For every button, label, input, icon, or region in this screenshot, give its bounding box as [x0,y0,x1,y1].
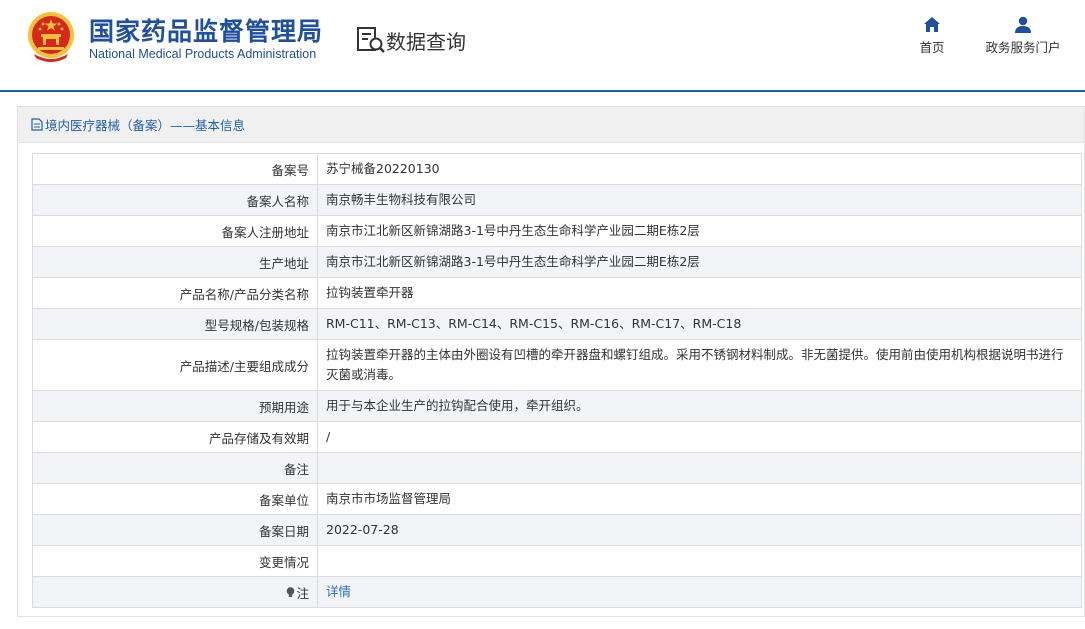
row-label: 型号规格/包装规格 [32,308,318,340]
table-row: 注 详情 [32,576,1082,608]
nav-home[interactable]: 首页 [915,16,949,56]
table-row: 备案人名称 南京畅丰生物科技有限公司 [32,184,1082,216]
row-label: 备案单位 [32,483,318,515]
data-query-icon [357,27,385,53]
row-label: 生产地址 [32,246,318,278]
nav-service-portal-label: 政务服务门户 [985,40,1061,55]
table-row: 备案人注册地址 南京市江北新区新锦湖路3-1号中丹生态生命科学产业园二期E栋2层 [32,215,1082,247]
row-label: 变更情况 [32,545,318,577]
table-row: 产品名称/产品分类名称 拉钩装置牵开器 [32,277,1082,309]
table-row: 生产地址 南京市江北新区新锦湖路3-1号中丹生态生命科学产业园二期E栋2层 [32,246,1082,278]
site-header: 国家药品监督管理局 National Medical Products Admi… [0,0,1085,90]
panel-header: 境内医疗器械（备案）——基本信息 [18,107,1084,143]
home-icon [924,17,940,32]
row-value: 南京畅丰生物科技有限公司 [317,184,1082,216]
nav-home-label: 首页 [919,40,945,55]
table-row: 备案号 苏宁械备20220130 [32,153,1082,185]
table-row: 备案单位 南京市市场监督管理局 [32,483,1082,515]
row-value: 南京市市场监督管理局 [317,483,1082,515]
row-value: / [317,421,1082,453]
national-emblem-icon [28,12,74,62]
row-value: 苏宁械备20220130 [317,153,1082,185]
row-value: 用于与本企业生产的拉钩配合使用，牵开组织。 [317,390,1082,422]
table-row: 产品存储及有效期 / [32,421,1082,453]
row-value: 南京市江北新区新锦湖路3-1号中丹生态生命科学产业园二期E栋2层 [317,215,1082,247]
row-value: 南京市江北新区新锦湖路3-1号中丹生态生命科学产业园二期E栋2层 [317,246,1082,278]
row-value-note: 详情 [317,576,1082,608]
user-icon [1015,16,1031,33]
row-value: RM-C11、RM-C13、RM-C14、RM-C15、RM-C16、RM-C1… [317,308,1082,340]
row-label: 产品描述/主要组成成分 [32,339,318,391]
panel-title: 境内医疗器械（备案）——基本信息 [45,118,246,133]
document-icon [31,118,43,131]
info-table: 备案号 苏宁械备20220130 备案人名称 南京畅丰生物科技有限公司 备案人注… [32,153,1082,608]
table-row: 预期用途 用于与本企业生产的拉钩配合使用，牵开组织。 [32,390,1082,422]
table-row: 型号规格/包装规格 RM-C11、RM-C13、RM-C14、RM-C15、RM… [32,308,1082,340]
row-label: 产品存储及有效期 [32,421,318,453]
device-info-panel: 境内医疗器械（备案）——基本信息 备案号 苏宁械备20220130 备案人名称 … [17,106,1085,617]
row-label: 备案号 [32,153,318,185]
table-row: 产品描述/主要组成成分 拉钩装置牵开器的主体由外圈设有凹槽的牵开器盘和螺钉组成。… [32,339,1082,391]
row-label: 备注 [32,452,318,484]
details-link[interactable]: 详情 [326,584,351,599]
table-row: 变更情况 [32,545,1082,577]
org-name-en: National Medical Products Administration [89,47,317,61]
header-divider [0,90,1085,92]
org-name-cn: 国家药品监督管理局 [89,17,324,46]
row-value [317,452,1082,484]
row-value [317,545,1082,577]
table-row: 备注 [32,452,1082,484]
row-value: 2022-07-28 [317,514,1082,546]
note-label: 注 [286,583,309,602]
nav-service-portal[interactable]: 政务服务门户 [982,16,1064,56]
table-row: 备案日期 2022-07-28 [32,514,1082,546]
row-label: 备案人名称 [32,184,318,216]
row-value: 拉钩装置牵开器的主体由外圈设有凹槽的牵开器盘和螺钉组成。采用不锈钢材料制成。非无… [317,339,1082,391]
query-title: 数据查询 [386,30,466,54]
row-label: 预期用途 [32,390,318,422]
row-value: 拉钩装置牵开器 [317,277,1082,309]
bulb-icon [287,586,295,597]
row-label: 备案人注册地址 [32,215,318,247]
row-label: 产品名称/产品分类名称 [32,277,318,309]
row-label-note: 注 [32,576,318,608]
note-label-text: 注 [296,585,309,601]
row-label: 备案日期 [32,514,318,546]
